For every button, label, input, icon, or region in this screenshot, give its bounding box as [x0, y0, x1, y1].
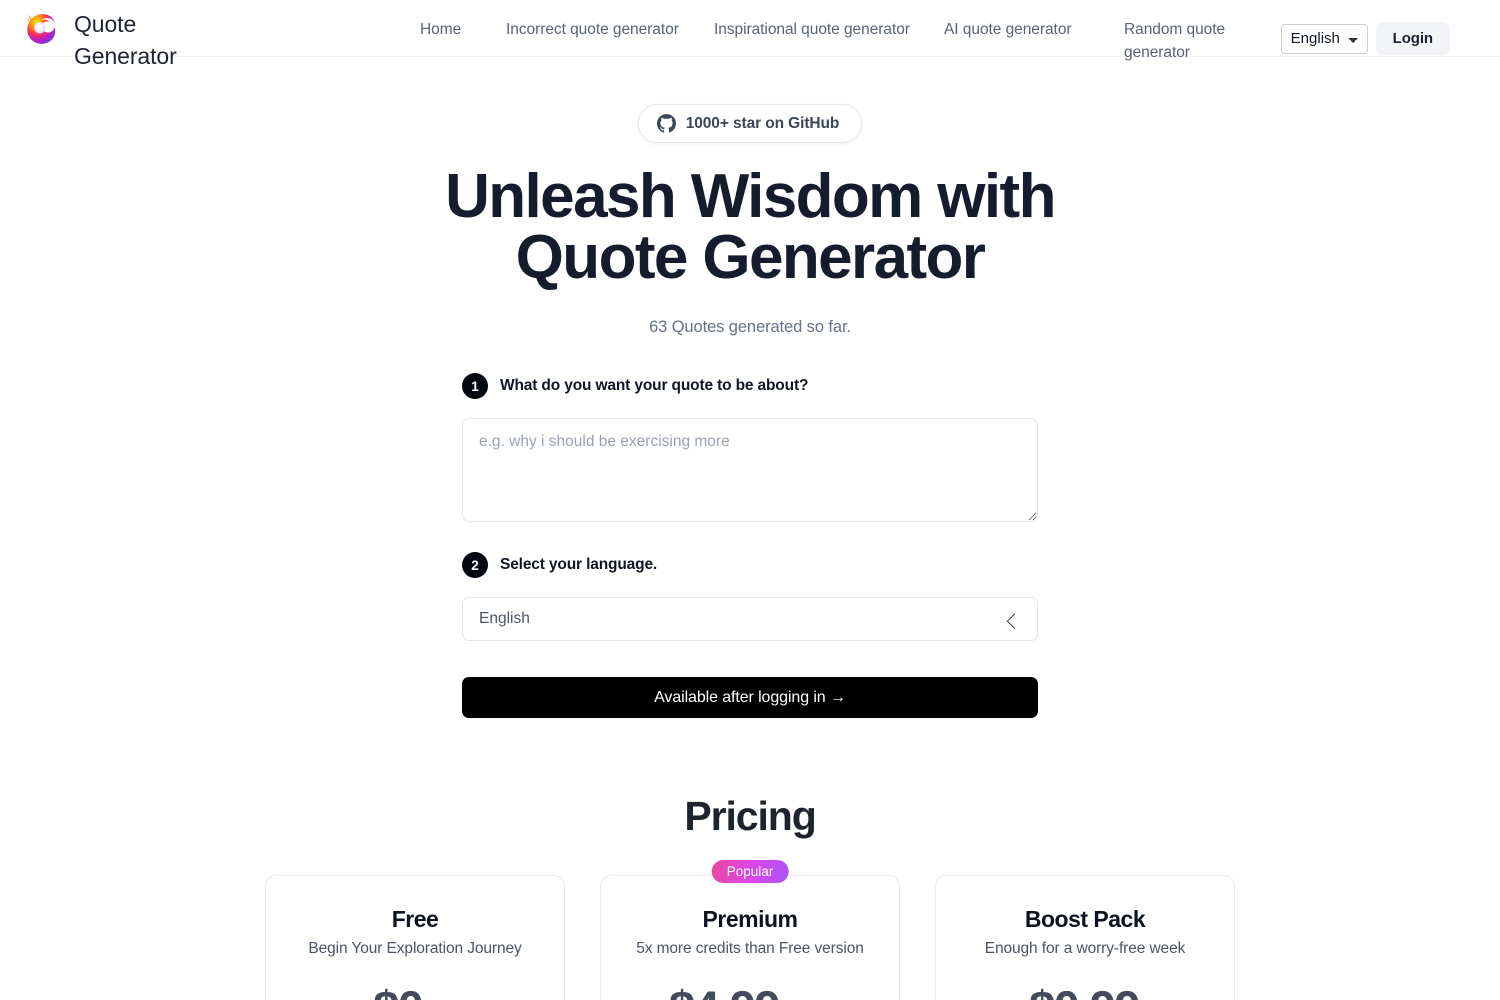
pricing-card-name: Free	[391, 906, 439, 932]
step-2-label: Select your language.	[500, 556, 658, 573]
hero-section: 1000+ star on GitHub Unleash Wisdom with…	[0, 57, 1500, 718]
pricing-card-name: Premium	[702, 906, 798, 932]
site-header: Quote Generator Home Incorrect quote gen…	[0, 0, 1500, 69]
brand-name: Quote Generator	[74, 11, 177, 69]
pricing-card-price: $4.99 / month	[621, 980, 879, 1000]
header-actions: English Login	[1280, 22, 1450, 55]
github-star-badge[interactable]: 1000+ star on GitHub	[637, 104, 863, 143]
nav-item-ai-quote-generator[interactable]: AI quote generator	[944, 18, 1124, 41]
nav-item-random-quote-generator[interactable]: Random quote generator	[1124, 18, 1264, 64]
pricing-card-amount: $0	[373, 980, 424, 1000]
step-1-header: 1 What do you want your quote to be abou…	[462, 371, 1038, 401]
brand[interactable]: Quote Generator	[22, 8, 194, 72]
pricing-title: Pricing	[684, 793, 816, 839]
firefox-logo-icon	[22, 10, 60, 48]
pricing-card-premium[interactable]: Popular Premium 5x more credits than Fre…	[600, 860, 900, 1000]
github-star-badge-label: 1000+ star on GitHub	[685, 114, 840, 132]
language-dropdown[interactable]: English	[462, 597, 1038, 641]
popular-badge: Popular	[711, 860, 789, 883]
nav-item-inspirational-quote-generator[interactable]: Inspirational quote generator	[714, 18, 944, 41]
step-2-badge: 2	[462, 552, 488, 578]
pricing-card-name: Boost Pack	[1024, 906, 1146, 932]
pricing-grid: Free Begin Your Exploration Journey $0 /…	[0, 860, 1500, 1000]
page-title-line-1: Unleash Wisdom with	[445, 162, 1056, 231]
pricing-card-price: $0 / day	[286, 980, 544, 1000]
pricing-card-amount: $0.99	[1029, 980, 1141, 1000]
generate-quote-button[interactable]: Available after logging in →	[462, 677, 1038, 718]
pricing-section: Pricing Free Begin Your Exploration Jour…	[0, 793, 1500, 1000]
pricing-card-description: Enough for a worry-free week	[984, 940, 1186, 957]
pricing-card-description: Begin Your Exploration Journey	[308, 940, 522, 957]
quote-topic-input[interactable]	[462, 418, 1038, 522]
quotes-generated-counter: 63 Quotes generated so far.	[649, 318, 851, 336]
pricing-card-amount: $4.99	[669, 980, 781, 1000]
github-icon	[656, 114, 676, 133]
pricing-card-free[interactable]: Free Begin Your Exploration Journey $0 /…	[265, 875, 565, 1000]
pricing-card-price: $0.99	[956, 980, 1214, 1000]
chevron-up-icon	[1006, 613, 1023, 629]
page-title-line-2: Quote Generator	[515, 223, 986, 292]
pricing-card-boost-pack[interactable]: Boost Pack Enough for a worry-free week …	[935, 875, 1235, 1000]
step-1-badge: 1	[462, 373, 488, 399]
page-title: Unleash Wisdom with Quote Generator	[0, 166, 1500, 289]
header-language-select[interactable]: English	[1280, 23, 1368, 54]
step-2-header: 2 Select your language.	[462, 550, 1038, 580]
nav-item-home[interactable]: Home	[420, 18, 506, 41]
login-button[interactable]: Login	[1375, 22, 1450, 55]
step-1-label: What do you want your quote to be about?	[500, 377, 809, 394]
pricing-card-description: 5x more credits than Free version	[636, 940, 864, 957]
main-navigation: Home Incorrect quote generator Inspirati…	[420, 18, 1270, 64]
nav-item-incorrect-quote-generator[interactable]: Incorrect quote generator	[506, 18, 714, 41]
quote-generator-form: 1 What do you want your quote to be abou…	[462, 337, 1038, 718]
language-dropdown-value: English	[479, 610, 530, 627]
